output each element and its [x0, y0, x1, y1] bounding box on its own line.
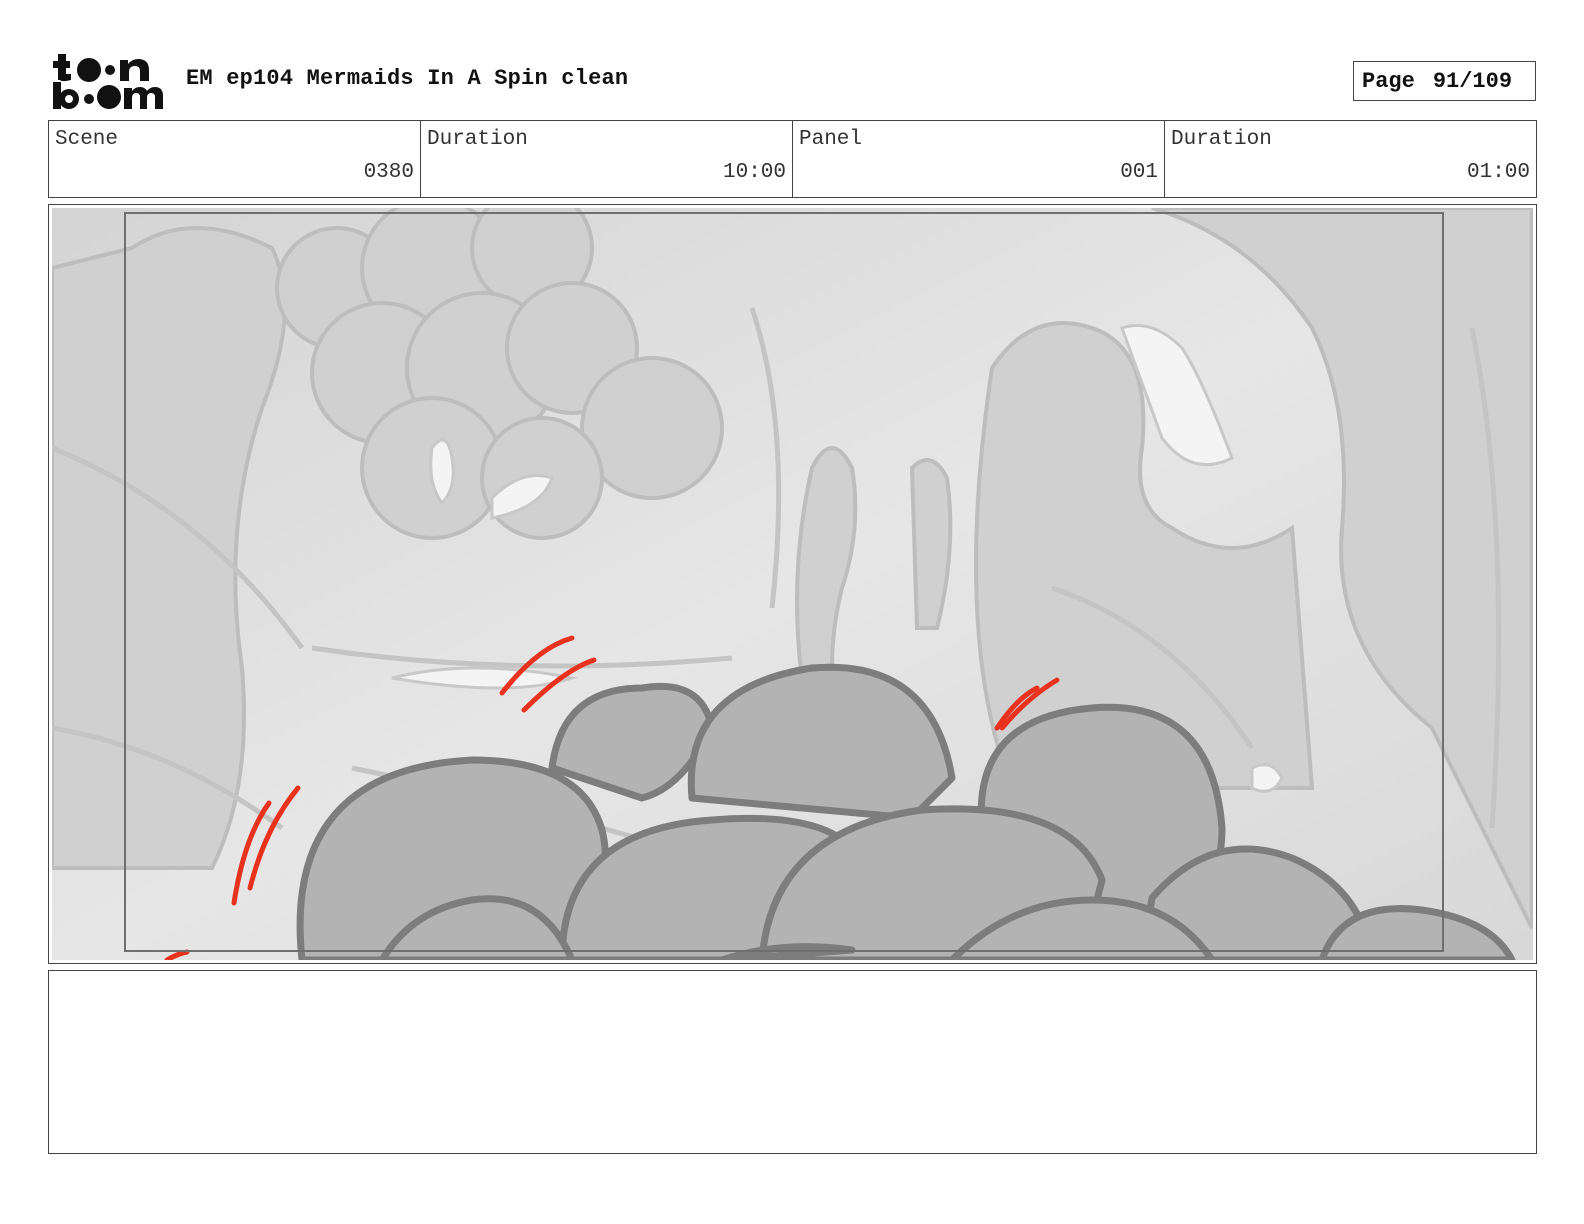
scene-value: 0380 [363, 161, 414, 184]
page-indicator: Page 91/109 [1353, 61, 1536, 101]
panel-duration-value: 01:00 [1466, 161, 1530, 184]
storyboard-drawing [52, 208, 1533, 960]
storyboard-panel [48, 204, 1537, 964]
page-label: Page [1362, 68, 1415, 94]
panel-label: Panel [799, 128, 863, 151]
panel-cell: Panel 001 [793, 121, 1165, 197]
panel-duration-cell: Duration 01:00 [1165, 121, 1536, 197]
scene-label: Scene [55, 128, 119, 151]
scene-duration-value: 10:00 [722, 161, 786, 184]
panel-notes-box [48, 970, 1537, 1154]
panel-duration-label: Duration [1171, 128, 1272, 151]
scene-cell: Scene 0380 [49, 121, 421, 197]
scene-duration-label: Duration [427, 128, 528, 151]
panel-value: 001 [1120, 161, 1158, 184]
scene-duration-cell: Duration 10:00 [421, 121, 793, 197]
scene-info-bar: Scene 0380 Duration 10:00 Panel 001 Dura… [48, 120, 1537, 198]
document-title: EM ep104 Mermaids In A Spin clean [186, 66, 629, 91]
toon-boom-logo [52, 52, 164, 110]
page-number: 91/109 [1432, 68, 1513, 94]
